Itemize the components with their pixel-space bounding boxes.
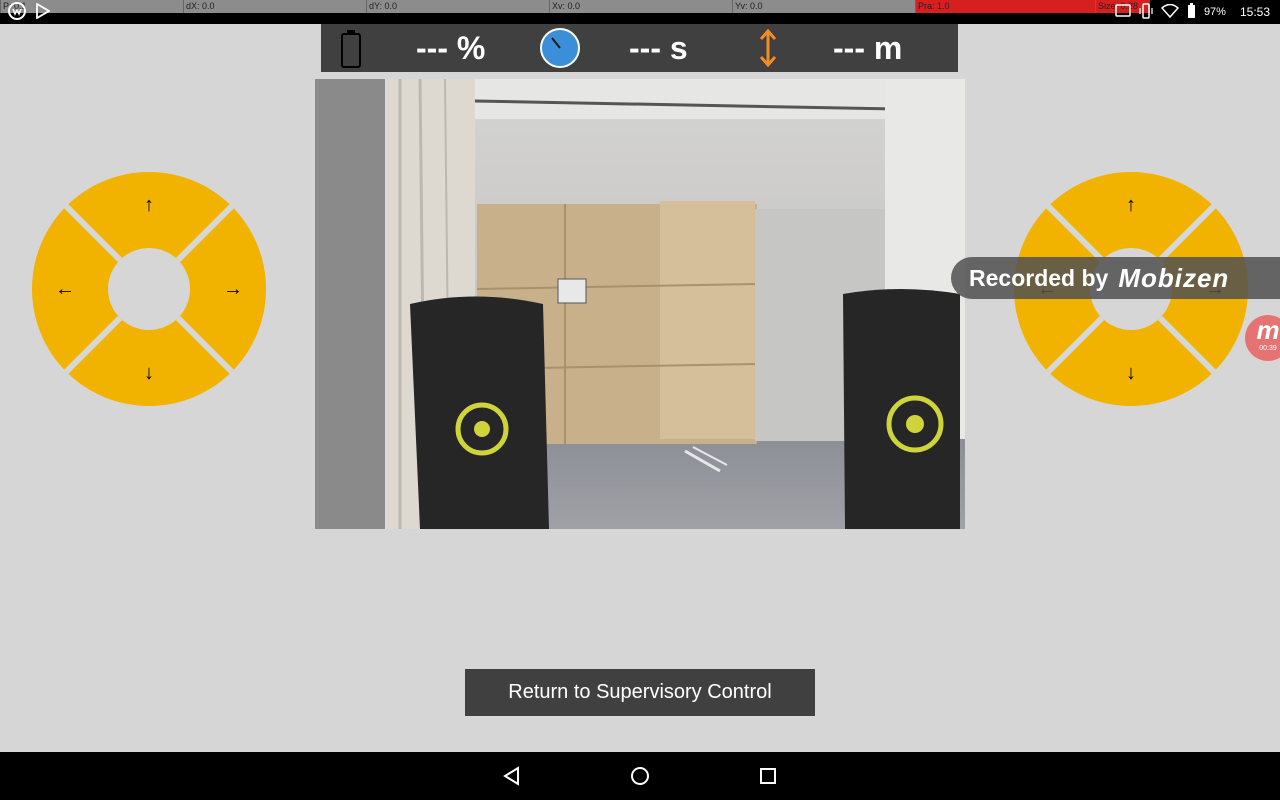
battery-status-icon bbox=[1187, 2, 1196, 22]
battery-value: --- % bbox=[416, 30, 486, 66]
right-down-button[interactable]: ↓ bbox=[1111, 353, 1151, 393]
telemetry-bar: --- % --- s --- m bbox=[321, 24, 958, 72]
status-left bbox=[8, 2, 51, 25]
right-up-button[interactable]: ↑ bbox=[1111, 185, 1151, 225]
left-joystick[interactable]: ↑ ← → ↓ bbox=[32, 172, 266, 406]
wifi-icon bbox=[1160, 3, 1180, 21]
time-value: --- s bbox=[629, 30, 688, 66]
recents-icon[interactable] bbox=[756, 764, 780, 788]
back-icon[interactable] bbox=[500, 764, 524, 788]
debug-yv: Yv: 0.0 bbox=[732, 0, 915, 13]
recorder-bubble-time: 00:39 bbox=[1259, 345, 1277, 352]
recorder-brand-logo: Mobizen bbox=[1118, 262, 1230, 293]
debug-dy: dY: 0.0 bbox=[366, 0, 549, 13]
play-store-icon bbox=[36, 2, 51, 24]
vibrate-icon bbox=[1139, 2, 1153, 22]
battery-icon bbox=[339, 29, 363, 74]
recorder-prefix: Recorded by bbox=[969, 264, 1109, 291]
altitude-icon bbox=[758, 28, 778, 73]
app-notification-icon bbox=[8, 2, 26, 25]
left-up-button[interactable]: ↑ bbox=[129, 185, 169, 225]
left-right-button[interactable]: → bbox=[213, 269, 253, 309]
debug-dx: dX: 0.0 bbox=[183, 0, 366, 13]
cast-icon bbox=[1115, 3, 1131, 21]
debug-pra: Pra: 1.0 bbox=[915, 0, 1095, 13]
debug-xv: Xv: 0.0 bbox=[549, 0, 732, 13]
clock: 15:53 bbox=[1239, 5, 1270, 19]
recorder-bubble-letter: m bbox=[1256, 315, 1280, 345]
left-left-button[interactable]: ← bbox=[45, 269, 85, 309]
recorder-banner: Recorded by Mobizen bbox=[951, 257, 1280, 299]
recorder-bubble[interactable]: m 00:39 bbox=[1245, 315, 1280, 361]
return-to-supervisory-control-button[interactable]: Return to Supervisory Control bbox=[465, 669, 815, 716]
left-down-button[interactable]: ↓ bbox=[129, 353, 169, 393]
timer-icon bbox=[539, 27, 581, 74]
status-icons: 97% 15:53 bbox=[1115, 2, 1270, 22]
video-feed bbox=[315, 79, 965, 529]
debug-strip: P: 0.1 dX: 0.0 dY: 0.0 Xv: 0.0 Yv: 0.0 P… bbox=[0, 0, 1150, 13]
home-icon[interactable] bbox=[628, 764, 652, 788]
altitude-value: --- m bbox=[833, 30, 903, 66]
navigation-bar bbox=[0, 752, 1280, 800]
battery-percent: 97% bbox=[1203, 6, 1226, 18]
